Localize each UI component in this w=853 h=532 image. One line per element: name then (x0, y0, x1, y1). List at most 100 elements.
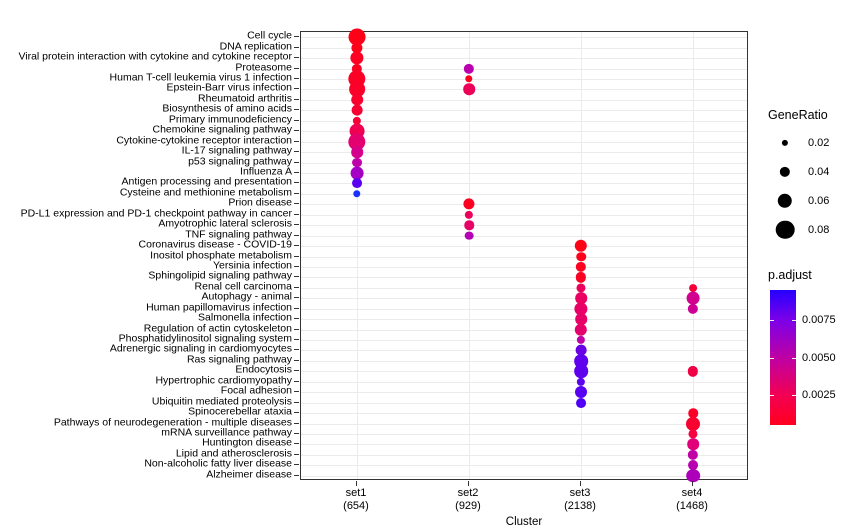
size-legend-title: GeneRatio (768, 108, 828, 122)
gridline-horizontal (301, 141, 747, 143)
gridline-horizontal (301, 225, 747, 227)
x-axis-title: Cluster (505, 516, 543, 528)
y-axis-tick (294, 171, 299, 173)
x-axis-label-count: (654) (343, 500, 369, 512)
data-point (574, 239, 588, 253)
y-axis-tick (294, 464, 299, 466)
gridline-vertical (469, 32, 470, 479)
y-axis-tick (294, 224, 299, 226)
data-point (687, 303, 699, 314)
gridline-horizontal (301, 287, 747, 289)
gridline-horizontal (301, 193, 747, 195)
data-point (687, 438, 699, 451)
y-axis-tick (294, 422, 299, 424)
y-axis-tick (294, 67, 299, 69)
x-axis-label-name: set3 (569, 487, 591, 499)
y-axis-tick (294, 401, 299, 403)
y-axis-tick (294, 151, 299, 153)
data-point (575, 386, 587, 399)
color-legend-title: p.adjust (768, 268, 812, 282)
y-axis-tick (294, 234, 299, 236)
data-point (574, 364, 588, 379)
gridline-horizontal (301, 204, 747, 206)
data-point (575, 272, 587, 283)
y-axis-tick (294, 412, 299, 414)
gridline-horizontal (301, 329, 747, 331)
y-axis-tick (294, 286, 299, 288)
data-point (688, 429, 698, 439)
gridline-horizontal (301, 78, 747, 80)
gridline-horizontal (301, 423, 747, 425)
y-axis-tick (294, 349, 299, 351)
gridline-horizontal (301, 392, 747, 394)
data-point (687, 449, 699, 461)
y-axis-tick (294, 276, 299, 278)
data-point (575, 261, 587, 273)
data-point (463, 63, 475, 74)
gridline-horizontal (301, 402, 747, 404)
color-legend-tick (792, 395, 796, 396)
y-axis-tick (294, 57, 299, 59)
y-axis-tick (294, 474, 299, 476)
x-axis-label-name: set2 (457, 487, 479, 499)
y-axis-label: Alzheimer disease (206, 468, 292, 481)
color-legend-tick (792, 357, 796, 359)
data-point (574, 323, 588, 336)
color-legend-tick (770, 395, 774, 396)
data-point (464, 220, 474, 230)
x-axis-label-name: set4 (681, 487, 703, 499)
gridline-horizontal (301, 434, 747, 435)
data-point (576, 335, 586, 345)
gridline-horizontal (301, 381, 747, 383)
color-legend-tick (770, 357, 774, 359)
color-legend-label: 0.0050 (802, 351, 836, 364)
size-legend-label: 0.04 (808, 165, 830, 178)
y-axis-tick (294, 370, 299, 372)
y-axis-tick (294, 328, 299, 330)
y-axis-tick (294, 36, 299, 38)
size-legend-swatch (777, 193, 793, 208)
gridline-horizontal (301, 277, 747, 279)
data-point (350, 166, 364, 180)
x-axis-label: set4 (1468) (676, 487, 708, 513)
size-legend-key: 0.06 (768, 186, 829, 215)
gridline-horizontal (301, 58, 747, 60)
data-point (465, 75, 473, 83)
x-axis-label-count: (1468) (676, 500, 708, 512)
gridline-horizontal (301, 266, 747, 268)
x-axis-tick (356, 481, 357, 486)
x-axis-label-count: (929) (455, 500, 481, 512)
gridline-horizontal (301, 246, 747, 248)
y-axis-tick (294, 192, 299, 194)
x-axis-label: set2 (929) (455, 487, 481, 513)
y-axis-labels: Cell cycle DNA replication Viral protein i… (0, 30, 292, 481)
y-axis-tick (294, 433, 299, 434)
color-legend-tick (770, 320, 774, 321)
y-axis-tick (294, 359, 299, 361)
gridline-horizontal (301, 99, 747, 101)
y-axis-tick (294, 88, 299, 90)
data-point (464, 231, 474, 240)
size-legend-label: 0.06 (808, 194, 830, 207)
size-legend-swatch (781, 139, 789, 146)
data-point (463, 198, 475, 210)
y-axis-tick (294, 98, 299, 100)
y-axis-tick (294, 391, 299, 393)
gridline-horizontal (301, 89, 747, 91)
x-axis-tick (692, 481, 693, 486)
y-axis-tick (294, 130, 299, 132)
gridline-horizontal (301, 235, 747, 237)
data-point (351, 146, 363, 158)
y-axis-tick (294, 182, 299, 184)
x-axis-label-count: (2138) (564, 500, 596, 512)
size-legend-key: 0.04 (768, 157, 829, 186)
data-point (463, 83, 475, 96)
x-axis-label-name: set1 (345, 487, 367, 499)
y-axis-tick (294, 119, 299, 121)
gridline-horizontal (301, 454, 747, 456)
y-axis-tick (294, 453, 299, 455)
y-axis-tick (294, 443, 299, 445)
x-axis-label: set1 (654) (343, 487, 369, 513)
x-axis-labels: set1 (654) set2 (929) set3 (2138) set4 (1468) (300, 487, 748, 519)
y-axis-tick (294, 46, 299, 48)
